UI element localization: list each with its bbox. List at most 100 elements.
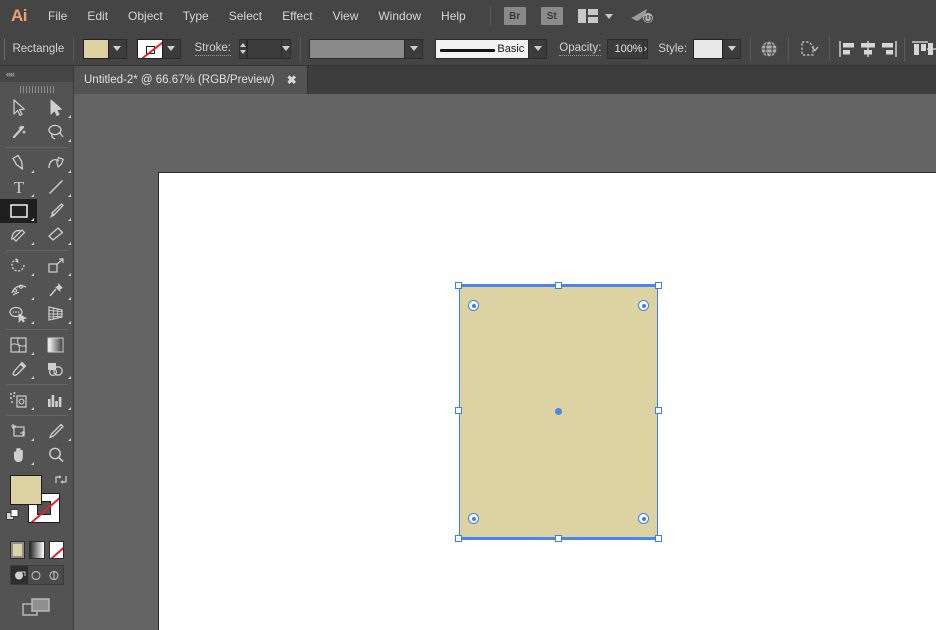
draw-normal-button[interactable]: [11, 566, 29, 584]
menu-item-type[interactable]: Type: [173, 0, 219, 32]
tool-artboard[interactable]: [0, 419, 37, 443]
opacity-flyout-button[interactable]: ›: [643, 38, 649, 59]
menu-item-file[interactable]: File: [38, 0, 77, 32]
tool-blend[interactable]: [37, 357, 74, 381]
workspace-switcher-button[interactable]: [577, 9, 613, 23]
document-tab[interactable]: Untitled-2* @ 66.67% (RGB/Preview) ✖: [74, 66, 308, 94]
search-adobe-stock-button[interactable]: [629, 7, 655, 25]
menu-item-select[interactable]: Select: [219, 0, 272, 32]
tool-rotate[interactable]: [0, 254, 37, 278]
swap-fill-stroke-button[interactable]: [54, 473, 68, 486]
stroke-swatch-none[interactable]: [136, 38, 163, 59]
tool-mesh[interactable]: [0, 333, 37, 357]
tool-magic-wand[interactable]: [0, 120, 37, 144]
canvas-area[interactable]: [74, 94, 936, 630]
tools-panel-collapse-button[interactable]: ««: [0, 66, 73, 82]
tool-shaper-pencil[interactable]: [0, 223, 37, 247]
handle-middle-right[interactable]: [655, 407, 662, 414]
stroke-weight-input[interactable]: [246, 38, 283, 59]
stroke-color-control[interactable]: [136, 38, 181, 59]
tool-width[interactable]: [0, 278, 37, 302]
tool-pen[interactable]: [0, 151, 37, 175]
tool-hand[interactable]: [0, 443, 37, 467]
opacity-label[interactable]: Opacity:: [559, 42, 602, 56]
handle-top-left[interactable]: [455, 282, 462, 289]
tool-free-transform[interactable]: [37, 278, 74, 302]
menu-item-object[interactable]: Object: [118, 0, 173, 32]
gradient-mode-button[interactable]: [29, 541, 45, 559]
tool-selection[interactable]: [0, 96, 37, 120]
tool-lasso[interactable]: [37, 120, 74, 144]
stroke-dropdown-arrow[interactable]: [162, 38, 181, 59]
rectangle-object[interactable]: [455, 282, 662, 542]
handle-bottom-right[interactable]: [655, 535, 662, 542]
tool-scale[interactable]: [37, 254, 74, 278]
recolor-artwork-button[interactable]: [759, 37, 779, 61]
tool-curvature[interactable]: [37, 151, 74, 175]
tool-shape-builder[interactable]: [0, 302, 37, 326]
live-corner-widget-bottom-right[interactable]: [638, 513, 649, 524]
draw-inside-button[interactable]: [46, 566, 63, 584]
style-swatch[interactable]: [693, 38, 724, 59]
stroke-weight-dropdown-arrow[interactable]: [282, 38, 292, 59]
tool-paintbrush[interactable]: [37, 199, 74, 223]
tool-rectangle[interactable]: [0, 199, 37, 223]
menu-item-view[interactable]: View: [323, 0, 369, 32]
live-corner-widget-top-right[interactable]: [638, 300, 649, 311]
fill-dropdown-arrow[interactable]: [108, 38, 127, 59]
fill-swatch[interactable]: [82, 38, 109, 59]
stock-button[interactable]: St: [540, 7, 563, 25]
tool-slice[interactable]: [37, 419, 74, 443]
brush-dropdown-arrow[interactable]: [529, 38, 548, 59]
opacity-input[interactable]: 100%: [607, 38, 644, 59]
transform-shape-button[interactable]: [798, 37, 820, 61]
style-dropdown-arrow[interactable]: [723, 38, 742, 59]
screen-mode-button[interactable]: [0, 597, 73, 619]
tool-line-segment[interactable]: [37, 175, 74, 199]
tool-gradient[interactable]: [37, 333, 74, 357]
handle-top-right[interactable]: [655, 282, 662, 289]
tool-eraser[interactable]: [37, 223, 74, 247]
blend-icon: [48, 363, 63, 377]
align-right-button[interactable]: [878, 37, 898, 61]
tools-panel-grip[interactable]: [0, 82, 73, 96]
draw-behind-button[interactable]: [28, 566, 45, 584]
tool-column-graph[interactable]: [37, 388, 74, 412]
tool-eyedropper[interactable]: [0, 357, 37, 381]
color-mode-button[interactable]: [10, 541, 26, 559]
tool-type[interactable]: T: [0, 175, 37, 199]
menu-item-effect[interactable]: Effect: [272, 0, 322, 32]
live-corner-widget-bottom-left[interactable]: [468, 513, 479, 524]
tool-flyout-marker: [68, 407, 71, 410]
tool-direct-selection[interactable]: [37, 96, 74, 120]
variable-width-profile-control[interactable]: [309, 38, 424, 59]
control-bar-grip[interactable]: [4, 37, 7, 60]
handle-bottom-center[interactable]: [555, 535, 562, 542]
bridge-button[interactable]: Br: [503, 7, 526, 25]
default-fill-stroke-button[interactable]: [6, 509, 20, 522]
handle-middle-left[interactable]: [455, 407, 462, 414]
brush-definition-control[interactable]: Basic: [435, 38, 548, 59]
variable-width-field[interactable]: [309, 38, 406, 59]
stroke-weight-stepper[interactable]: [238, 38, 247, 59]
close-icon[interactable]: ✖: [287, 74, 297, 86]
variable-width-dropdown-arrow[interactable]: [405, 38, 424, 59]
none-mode-button[interactable]: [48, 541, 64, 559]
tool-perspective-grid[interactable]: [37, 302, 74, 326]
stroke-weight-label[interactable]: Stroke:: [194, 42, 231, 56]
live-corner-widget-top-left[interactable]: [468, 300, 479, 311]
tool-symbol-sprayer[interactable]: [0, 388, 37, 412]
fill-proxy[interactable]: [10, 475, 42, 505]
tool-zoom[interactable]: [37, 443, 74, 467]
graphic-style-control[interactable]: [693, 38, 742, 59]
align-vertical-center-button[interactable]: [926, 37, 936, 61]
handle-bottom-left[interactable]: [455, 535, 462, 542]
handle-top-center[interactable]: [555, 282, 562, 289]
menu-item-window[interactable]: Window: [368, 0, 431, 32]
fill-color-control[interactable]: [82, 38, 127, 59]
align-left-button[interactable]: [838, 37, 858, 61]
menu-item-edit[interactable]: Edit: [77, 0, 118, 32]
align-center-horizontal-button[interactable]: [858, 37, 878, 61]
brush-definition-field[interactable]: Basic: [435, 38, 530, 59]
menu-item-help[interactable]: Help: [431, 0, 476, 32]
